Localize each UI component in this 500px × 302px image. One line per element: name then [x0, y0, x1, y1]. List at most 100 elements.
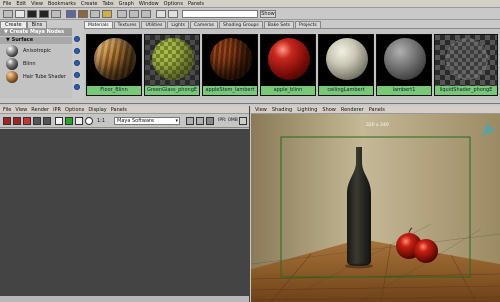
tab-cameras[interactable]: Cameras: [189, 21, 218, 28]
refresh-ipr-icon[interactable]: [23, 117, 31, 125]
rv-menu-panels[interactable]: Panels: [111, 107, 127, 113]
vp-menu-lighting[interactable]: Lighting: [297, 107, 317, 113]
apple-blinn-sphere-icon: [268, 38, 310, 80]
maya-window: File Edit View Bookmarks Create Tabs Gra…: [0, 0, 500, 302]
hypershade-panel: File Edit View Bookmarks Create Tabs Gra…: [0, 0, 500, 104]
remove-image-icon[interactable]: [196, 117, 204, 125]
ratio-label[interactable]: 1:1: [97, 118, 105, 124]
create-nodes-panel: ▼ Create Maya Nodes ▼ Surface Anisotropi…: [0, 28, 80, 98]
resolution-readout: 320 x 240: [366, 123, 389, 128]
ipr-render-icon[interactable]: [13, 117, 21, 125]
pin-icon[interactable]: [156, 10, 166, 18]
toggle-dot-icon[interactable]: [74, 60, 80, 66]
color-channel-icon[interactable]: [65, 117, 73, 125]
chevron-down-icon: ▾: [175, 118, 178, 124]
menu-graph[interactable]: Graph: [119, 1, 134, 7]
swatch-floor-blinn[interactable]: Floor_Blinn: [86, 34, 142, 96]
menu-tabs[interactable]: Tabs: [103, 1, 114, 7]
real-size-icon[interactable]: [85, 117, 93, 125]
swatch-liquidshader-phonge[interactable]: liquidShader_phongE: [434, 34, 498, 96]
tab-lights[interactable]: Lights: [167, 21, 189, 28]
rgb-channels-icon[interactable]: [55, 117, 63, 125]
render-view-menubar: File View Render IPR Options Display Pan…: [0, 106, 249, 114]
tab-projects[interactable]: Projects: [295, 21, 321, 28]
camera-icon[interactable]: [206, 117, 214, 125]
output-connections-icon[interactable]: [141, 10, 151, 18]
menu-panels[interactable]: Panels: [188, 1, 204, 7]
vp-menu-shading[interactable]: Shading: [272, 107, 292, 113]
render-settings-icon[interactable]: [239, 117, 247, 125]
toggle-dot-icon[interactable]: [74, 36, 80, 42]
vp-menu-view[interactable]: View: [255, 107, 267, 113]
layout-icon[interactable]: [15, 10, 25, 18]
toggle-dot-icon[interactable]: [74, 48, 80, 54]
menu-create[interactable]: Create: [81, 1, 98, 7]
render-region-icon[interactable]: [33, 117, 41, 125]
vp-menu-show[interactable]: Show: [322, 107, 336, 113]
render-canvas[interactable]: [0, 129, 249, 296]
rv-menu-display[interactable]: Display: [88, 107, 106, 113]
alpha-channel-icon[interactable]: [75, 117, 83, 125]
toggle-create-bar-icon[interactable]: [3, 10, 13, 18]
renderer-select[interactable]: Maya Software ▾: [114, 117, 180, 125]
material-swatch-area: Floor_Blinn GreenGlass_phongE appleStem_…: [84, 28, 500, 100]
rv-menu-file[interactable]: File: [3, 107, 11, 113]
menu-file[interactable]: File: [3, 1, 11, 7]
search-field[interactable]: [182, 10, 258, 18]
tab-materials[interactable]: Materials: [84, 21, 113, 28]
node-hair-tube-shader[interactable]: Hair Tube Shader: [0, 70, 79, 83]
floor-blinn-sphere-icon: [94, 38, 136, 80]
node-blinn[interactable]: Blinn: [0, 57, 79, 70]
rv-menu-options[interactable]: Options: [65, 107, 84, 113]
swatch-ceiling-lambert[interactable]: ceilingLambert: [318, 34, 374, 96]
render-view-panel: File View Render IPR Options Display Pan…: [0, 106, 250, 302]
menu-bookmarks[interactable]: Bookmarks: [48, 1, 76, 7]
rv-menu-render[interactable]: Render: [31, 107, 49, 113]
greenglass-sphere-icon: [152, 38, 194, 80]
anisotropic-sphere-icon: [6, 44, 18, 57]
tab-shading-groups[interactable]: Shading Groups: [219, 21, 263, 28]
vp-menu-panels[interactable]: Panels: [369, 107, 385, 113]
tab-textures[interactable]: Textures: [113, 21, 141, 28]
lambert1-sphere-icon: [384, 38, 426, 80]
swatch-greenglass-phonge[interactable]: GreenGlass_phongE: [144, 34, 200, 96]
tab-create[interactable]: Create: [0, 21, 27, 28]
node-anisotropic[interactable]: Anisotropic: [0, 44, 79, 57]
toggle-dot-icon[interactable]: [74, 72, 80, 78]
tab-utilities[interactable]: Utilities: [141, 21, 167, 28]
tab-bins[interactable]: Bins: [26, 21, 48, 28]
rv-menu-view[interactable]: View: [15, 107, 27, 113]
scene-illustration: [251, 114, 500, 302]
input-output-connections-icon[interactable]: [129, 10, 139, 18]
rearrange-graph-icon[interactable]: [102, 10, 112, 18]
redo-render-icon[interactable]: [3, 117, 11, 125]
show-button[interactable]: Show: [260, 10, 276, 18]
liquidshader-sphere-icon: [446, 38, 488, 80]
menu-view[interactable]: View: [31, 1, 43, 7]
apple-right: [414, 239, 438, 263]
viewport-scene[interactable]: 320 x 240: [251, 114, 500, 302]
input-connections-icon[interactable]: [117, 10, 127, 18]
list-icon[interactable]: [168, 10, 178, 18]
keep-image-icon[interactable]: [186, 117, 194, 125]
menu-window[interactable]: Window: [139, 1, 159, 7]
show-both-tabs-icon[interactable]: [51, 10, 61, 18]
swatch-applestem-lambert[interactable]: appleStem_lambert: [202, 34, 258, 96]
graph-materials-icon[interactable]: [66, 10, 76, 18]
graph-up-downstream-icon[interactable]: [78, 10, 88, 18]
show-bottom-tabs-icon[interactable]: [39, 10, 49, 18]
menu-options[interactable]: Options: [164, 1, 183, 7]
menu-edit[interactable]: Edit: [16, 1, 26, 7]
surface-section-header[interactable]: ▼ Surface: [0, 37, 79, 44]
vp-menu-renderer[interactable]: Renderer: [341, 107, 364, 113]
swatch-lambert1[interactable]: lambert1: [376, 34, 432, 96]
create-bins-tabs: Create Bins: [0, 21, 48, 28]
rv-menu-ipr[interactable]: IPR: [53, 107, 61, 113]
clear-graph-icon[interactable]: [90, 10, 100, 18]
show-top-tabs-icon[interactable]: [27, 10, 37, 18]
swatch-apple-blinn[interactable]: apple_blinn: [260, 34, 316, 96]
create-maya-nodes-header[interactable]: ▼ Create Maya Nodes: [0, 28, 79, 36]
snapshot-icon[interactable]: [43, 117, 51, 125]
toggle-dot-icon[interactable]: [74, 84, 80, 90]
tab-bake-sets[interactable]: Bake Sets: [263, 21, 294, 28]
